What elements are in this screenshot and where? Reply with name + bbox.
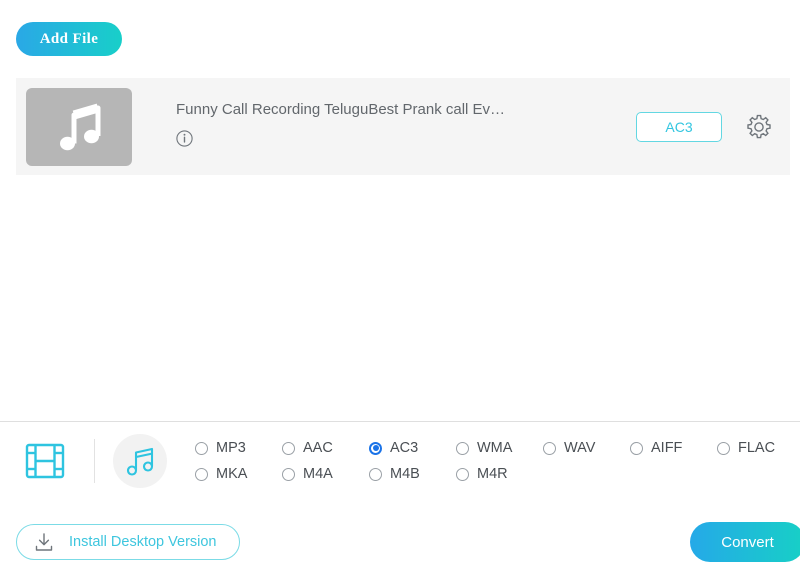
add-file-button[interactable]: Add File	[16, 22, 122, 56]
format-option-label: WAV	[564, 440, 595, 456]
output-format-label: AC3	[665, 119, 692, 135]
radio-dot	[456, 468, 469, 481]
download-icon	[33, 531, 55, 553]
radio-dot	[282, 442, 295, 455]
music-note-icon	[124, 446, 156, 477]
radio-dot	[195, 442, 208, 455]
convert-button[interactable]: Convert	[690, 522, 800, 562]
format-option-label: MP3	[216, 440, 246, 456]
tab-separator	[94, 439, 95, 483]
format-option-aiff[interactable]: AIFF	[630, 440, 717, 456]
file-name: Funny Call Recording TeluguBest Prank ca…	[176, 101, 636, 118]
gear-icon	[746, 114, 772, 140]
format-option-label: AAC	[303, 440, 333, 456]
install-desktop-version-button[interactable]: Install Desktop Version	[16, 524, 240, 560]
empty-area	[0, 175, 800, 421]
tab-video[interactable]	[22, 438, 68, 484]
file-list-item[interactable]: Funny Call Recording TeluguBest Prank ca…	[16, 78, 790, 175]
format-option-label: MKA	[216, 466, 247, 482]
format-option-mp3[interactable]: MP3	[195, 440, 282, 456]
format-bar: MP3 AAC AC3 WMA WAV AIFF	[0, 422, 800, 500]
format-option-label: M4B	[390, 466, 420, 482]
footer: Install Desktop Version Convert	[0, 507, 800, 577]
format-option-m4r[interactable]: M4R	[456, 466, 543, 482]
media-type-tabs	[22, 434, 167, 488]
radio-dot	[630, 442, 643, 455]
format-option-label: AC3	[390, 440, 418, 456]
toolbar: Add File	[0, 0, 800, 78]
radio-dot	[195, 468, 208, 481]
file-list: Funny Call Recording TeluguBest Prank ca…	[16, 78, 790, 175]
format-option-label: M4R	[477, 466, 508, 482]
format-option-ac3[interactable]: AC3	[369, 440, 456, 456]
format-option-mka[interactable]: MKA	[195, 466, 282, 482]
radio-dot	[456, 442, 469, 455]
music-note-icon	[54, 103, 104, 151]
add-file-label: Add File	[40, 31, 99, 48]
tab-audio[interactable]	[113, 434, 167, 488]
format-options-row: MP3 AAC AC3 WMA WAV AIFF	[195, 440, 800, 456]
output-format-button[interactable]: AC3	[636, 112, 722, 142]
format-options: MP3 AAC AC3 WMA WAV AIFF	[167, 440, 800, 482]
file-row-actions: AC3	[636, 112, 780, 142]
format-option-label: WMA	[477, 440, 512, 456]
file-thumbnail	[26, 88, 132, 166]
format-option-wma[interactable]: WMA	[456, 440, 543, 456]
format-option-m4b[interactable]: M4B	[369, 466, 456, 482]
format-option-label: AIFF	[651, 440, 682, 456]
format-option-flac[interactable]: FLAC	[717, 440, 800, 456]
info-icon[interactable]	[176, 130, 193, 152]
film-strip-icon	[25, 442, 65, 480]
format-option-aac[interactable]: AAC	[282, 440, 369, 456]
radio-dot	[543, 442, 556, 455]
format-option-wav[interactable]: WAV	[543, 440, 630, 456]
install-desktop-version-label: Install Desktop Version	[69, 534, 217, 550]
radio-dot	[717, 442, 730, 455]
radio-dot	[369, 442, 382, 455]
format-option-label: M4A	[303, 466, 333, 482]
format-option-label: FLAC	[738, 440, 775, 456]
format-options-row: MKA M4A M4B M4R	[195, 466, 800, 482]
settings-button[interactable]	[746, 114, 772, 140]
radio-dot	[282, 468, 295, 481]
radio-dot	[369, 468, 382, 481]
format-option-m4a[interactable]: M4A	[282, 466, 369, 482]
file-info: Funny Call Recording TeluguBest Prank ca…	[132, 101, 636, 152]
convert-label: Convert	[721, 534, 774, 551]
